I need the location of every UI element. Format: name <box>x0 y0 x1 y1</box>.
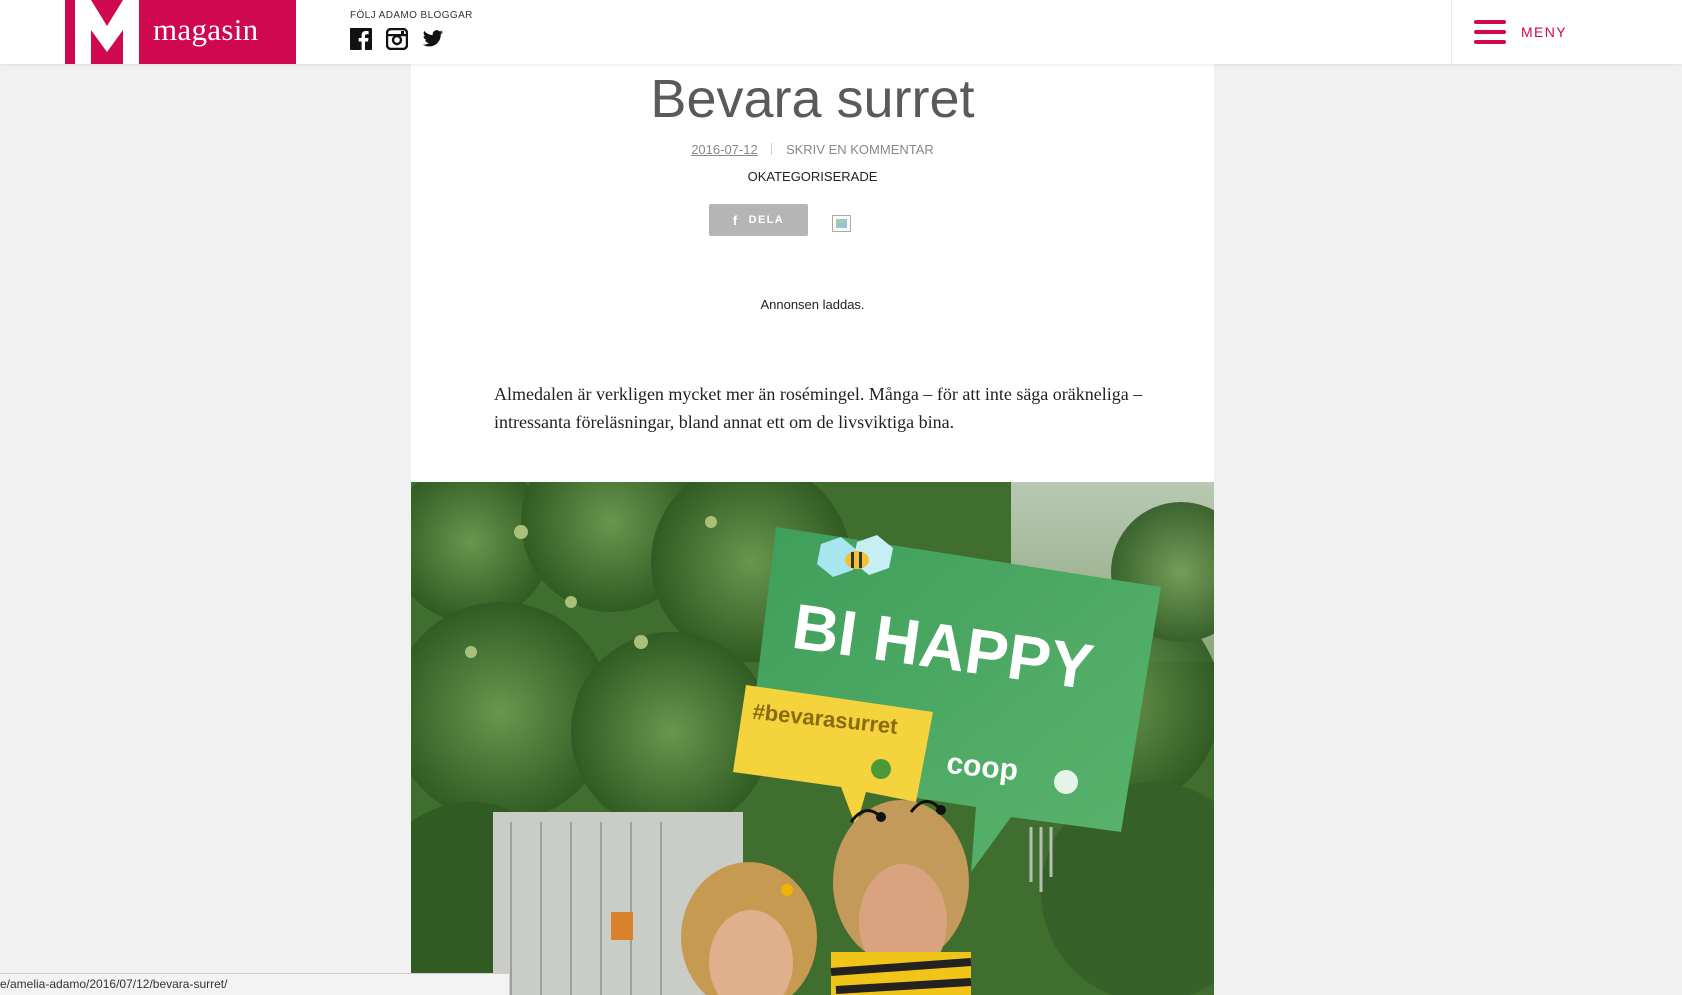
ad-placeholder: Annonsen laddas. <box>760 297 865 312</box>
article-title: Bevara surret <box>650 69 975 129</box>
follow-label: FÖLJ ADAMO BLOGGAR <box>350 10 473 21</box>
comment-link[interactable]: SKRIV EN KOMMENTAR <box>786 142 934 157</box>
article-meta: 2016-07-12 SKRIV EN KOMMENTAR <box>411 142 1214 157</box>
article: Bevara surret 2016-07-12 SKRIV EN KOMMEN… <box>411 64 1214 995</box>
facebook-icon: f <box>732 212 739 228</box>
broken-image-icon[interactable] <box>832 215 851 232</box>
share-label: DELA <box>748 214 785 226</box>
share-button[interactable]: f DELA <box>709 204 808 236</box>
meta-divider <box>771 143 773 155</box>
menu-label: MENY <box>1521 24 1568 40</box>
twitter-icon[interactable] <box>422 28 444 50</box>
logo-m-mark <box>65 0 149 64</box>
menu-button[interactable]: MENY <box>1451 0 1682 64</box>
post-date-link[interactable]: 2016-07-12 <box>691 142 758 157</box>
article-photo[interactable]: BI HAPPY #bevarasurret coop <box>411 482 1214 995</box>
logo-text: magasin <box>153 12 259 47</box>
browser-status-bar: e/amelia-adamo/2016/07/12/bevara-surret/ <box>0 973 510 995</box>
social-links <box>350 28 444 50</box>
hamburger-icon <box>1474 20 1506 44</box>
site-logo[interactable]: magasin <box>65 0 296 64</box>
instagram-icon[interactable] <box>386 28 408 50</box>
site-header: magasin FÖLJ ADAMO BLOGGAR MENY <box>0 0 1682 64</box>
article-body: Almedalen är verkligen mycket mer än ros… <box>494 384 1143 432</box>
category-link[interactable]: OKATEGORISERADE <box>411 169 1214 184</box>
facebook-icon[interactable] <box>350 28 372 50</box>
